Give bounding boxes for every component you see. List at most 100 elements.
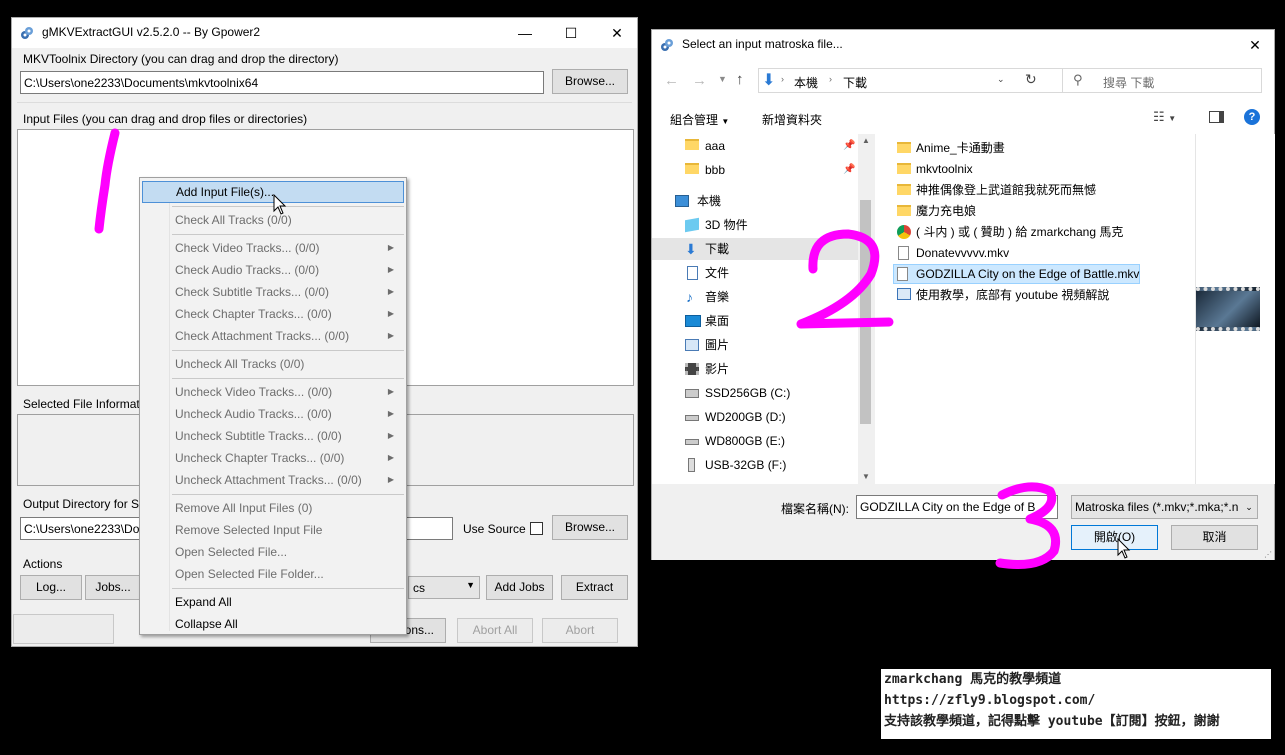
mkvtoolnix-dir-field[interactable]: C:\Users\one2233\Documents\mkvtoolnix64 <box>20 71 544 94</box>
breadcrumb-downloads[interactable]: 下載 <box>843 74 867 91</box>
menu-item-remove-all-inputs[interactable]: Remove All Input Files (0) <box>142 497 404 519</box>
log-button[interactable]: Log... <box>20 575 82 600</box>
folder-icon <box>897 163 911 174</box>
mode-select-value: cs <box>413 581 425 595</box>
view-options-icon[interactable]: ☷ ▼ <box>1153 109 1176 125</box>
file-icon <box>898 246 909 260</box>
browse-mkvtoolnix-button[interactable]: Browse... <box>552 69 628 94</box>
open-button[interactable]: 開啟(O) <box>1071 525 1158 550</box>
annotation-step-1 <box>94 128 120 234</box>
menu-item-check-audio[interactable]: Check Audio Tracks... (0/0) ▶ <box>142 259 404 281</box>
tree-item-bbb[interactable]: bbb 📌 <box>685 159 855 181</box>
watermark-line-2: https://zfly9.blogspot.com/ <box>884 693 1096 708</box>
abort-all-button[interactable]: Abort All <box>457 618 533 643</box>
folder-icon <box>685 163 699 174</box>
menu-item-check-chapter[interactable]: Check Chapter Tracks... (0/0) ▶ <box>142 303 404 325</box>
add-jobs-button[interactable]: Add Jobs <box>486 575 553 600</box>
command-bar: 組合管理 ▼ 新增資料夾 ☷ ▼ ? <box>652 102 1274 134</box>
address-bar[interactable]: ⬇ › 本機 › 下載 ⌄ ↻ <box>758 68 1064 93</box>
file-item-anime-folder[interactable]: Anime_卡通動畫 <box>893 138 1005 158</box>
divider <box>17 102 632 103</box>
submenu-arrow-icon: ▶ <box>387 287 394 296</box>
menu-item-open-selected-file[interactable]: Open Selected File... <box>142 541 404 563</box>
submenu-arrow-icon: ▶ <box>387 309 394 318</box>
search-box[interactable]: ⚲ 搜尋 下載 <box>1062 68 1262 93</box>
breadcrumb-this-pc[interactable]: 本機 <box>794 74 818 91</box>
file-item-idol-folder[interactable]: 神推偶像登上武道館我就死而無憾 <box>893 180 1096 200</box>
menu-item-uncheck-audio[interactable]: Uncheck Audio Tracks... (0/0) ▶ <box>142 403 404 425</box>
cancel-button[interactable]: 取消 <box>1171 525 1258 550</box>
video-thumbnail <box>1196 287 1260 331</box>
3d-objects-icon <box>685 217 699 233</box>
file-item-tutorial-doc[interactable]: 使用教學，底部有 youtube 視頻解說 <box>893 285 1109 305</box>
annotation-step-3 <box>995 482 1060 569</box>
tree-item-drive-e[interactable]: WD800GB (E:) <box>685 430 855 452</box>
minimize-button[interactable]: — <box>502 18 548 48</box>
tree-item-this-pc[interactable]: 本機 <box>675 190 855 212</box>
menu-separator <box>172 588 404 589</box>
documents-icon <box>687 266 698 280</box>
tree-item-videos[interactable]: 影片 <box>685 358 855 380</box>
file-type-filter[interactable]: Matroska files (*.mkv;*.mka;*.n ⌄ <box>1071 495 1258 519</box>
folder-icon <box>897 205 911 216</box>
scroll-up-icon[interactable]: ▲ <box>862 136 870 145</box>
menu-item-expand-all[interactable]: Expand All <box>142 591 404 613</box>
submenu-arrow-icon: ▶ <box>387 331 394 340</box>
chevron-down-icon[interactable]: ⌄ <box>997 74 1005 85</box>
chevron-right-icon: › <box>829 74 832 84</box>
input-files-label: Input Files (you can drag and drop files… <box>23 112 308 126</box>
file-item-godzilla-mkv[interactable]: GODZILLA City on the Edge of Battle.mkv <box>893 264 1141 284</box>
annotation-step-2 <box>796 229 894 329</box>
organize-menu[interactable]: 組合管理 ▼ <box>670 111 729 128</box>
up-arrow-icon[interactable]: ↑ <box>736 71 744 88</box>
submenu-arrow-icon: ▶ <box>387 409 394 418</box>
file-item-donate-shortcut[interactable]: ( 斗内 ) 或 ( 贊助 ) 給 zmarkchang 馬克 <box>893 222 1123 242</box>
extract-button[interactable]: Extract <box>561 575 628 600</box>
refresh-icon[interactable]: ↻ <box>1025 71 1037 88</box>
chevron-down-icon: ▼ <box>466 580 475 590</box>
mode-select[interactable]: cs ▼ <box>408 576 480 599</box>
menu-item-check-attachment[interactable]: Check Attachment Tracks... (0/0) ▶ <box>142 325 404 347</box>
pin-icon: 📌 <box>843 140 856 151</box>
menu-item-uncheck-chapter[interactable]: Uncheck Chapter Tracks... (0/0) ▶ <box>142 447 404 469</box>
scroll-down-icon[interactable]: ▼ <box>862 472 870 481</box>
file-item-magic-folder[interactable]: 魔力充电娘 <box>893 201 976 221</box>
tree-item-drive-f[interactable]: USB-32GB (F:) <box>685 454 855 476</box>
jobs-button[interactable]: Jobs... <box>85 575 141 600</box>
back-arrow-icon[interactable]: ← <box>664 72 679 89</box>
help-icon[interactable]: ? <box>1244 109 1260 125</box>
use-source-checkbox[interactable] <box>530 522 543 535</box>
menu-item-collapse-all[interactable]: Collapse All <box>142 613 404 635</box>
menu-item-check-video[interactable]: Check Video Tracks... (0/0) ▶ <box>142 237 404 259</box>
menu-item-uncheck-attachment[interactable]: Uncheck Attachment Tracks... (0/0) ▶ <box>142 469 404 491</box>
tree-item-aaa[interactable]: aaa 📌 <box>685 135 855 157</box>
file-item-mkvtoolnix-folder[interactable]: mkvtoolnix <box>893 159 973 179</box>
tree-item-drive-c[interactable]: SSD256GB (C:) <box>685 382 855 404</box>
abort-button[interactable]: Abort <box>542 618 618 643</box>
menu-item-check-subtitle[interactable]: Check Subtitle Tracks... (0/0) ▶ <box>142 281 404 303</box>
menu-item-uncheck-all-tracks[interactable]: Uncheck All Tracks (0/0) <box>142 353 404 375</box>
menu-item-open-selected-folder[interactable]: Open Selected File Folder... <box>142 563 404 585</box>
watermark-line-1: zmarkchang 馬克的教學頻道 <box>884 672 1062 687</box>
dialog-close-button[interactable]: ✕ <box>1236 30 1274 60</box>
recent-dropdown-icon[interactable]: ▼ <box>718 74 727 84</box>
use-source-label: Use Source <box>463 522 526 536</box>
preview-pane <box>1195 134 1275 484</box>
resize-grip-icon[interactable]: ⋰ <box>1264 550 1272 559</box>
maximize-button[interactable]: ☐ <box>548 18 594 48</box>
new-folder-button[interactable]: 新增資料夾 <box>762 111 822 128</box>
file-item-donate-mkv[interactable]: Donatevvvvv.mkv <box>893 243 1009 263</box>
menu-separator <box>172 350 404 351</box>
submenu-arrow-icon: ▶ <box>387 387 394 396</box>
menu-item-uncheck-subtitle[interactable]: Uncheck Subtitle Tracks... (0/0) ▶ <box>142 425 404 447</box>
tree-item-pictures[interactable]: 圖片 <box>685 334 855 356</box>
menu-item-remove-selected-input[interactable]: Remove Selected Input File <box>142 519 404 541</box>
browse-output-button[interactable]: Browse... <box>552 515 628 540</box>
app-icon <box>21 27 33 39</box>
close-button[interactable]: ✕ <box>594 18 640 48</box>
forward-arrow-icon[interactable]: → <box>692 72 707 89</box>
dialog-title: Select an input matroska file... <box>682 37 843 51</box>
preview-pane-icon[interactable] <box>1209 111 1224 123</box>
menu-item-uncheck-video[interactable]: Uncheck Video Tracks... (0/0) ▶ <box>142 381 404 403</box>
tree-item-drive-d[interactable]: WD200GB (D:) <box>685 406 855 428</box>
